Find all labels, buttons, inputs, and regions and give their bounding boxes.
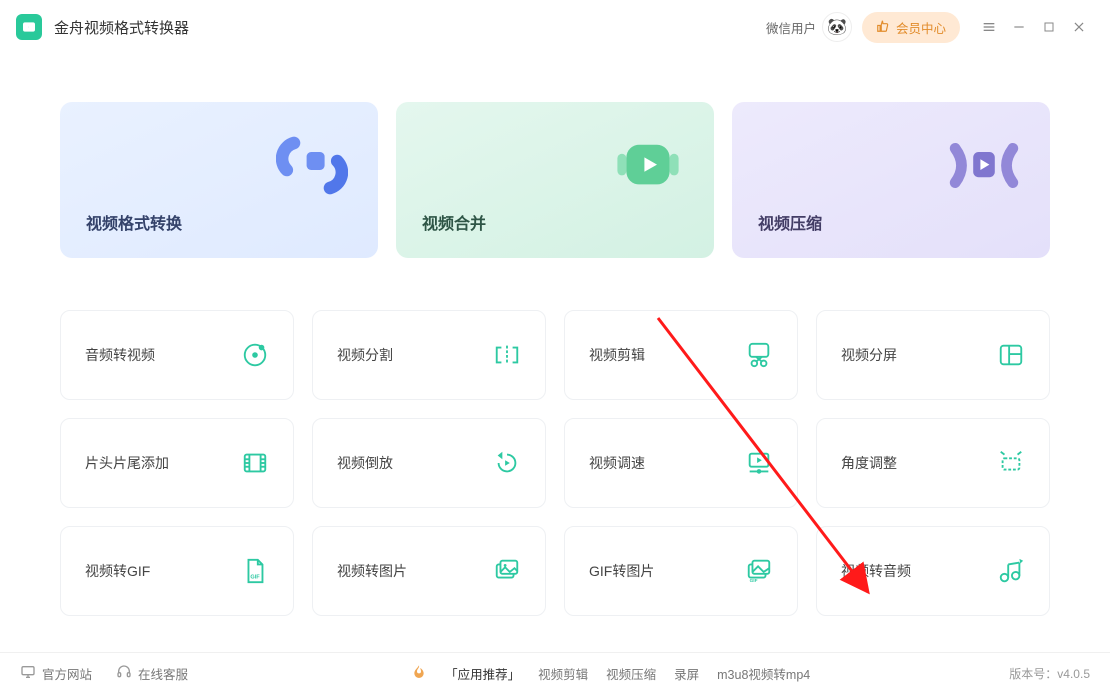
online-support-label: 在线客服 xyxy=(138,664,188,683)
tool-card-gif-to-image[interactable]: GIF转图片 GIF xyxy=(564,526,798,616)
speed-icon xyxy=(745,449,773,477)
official-site-link[interactable]: 官方网站 xyxy=(20,664,92,683)
version-prefix: 版本号： xyxy=(1009,667,1057,681)
feature-row: 视频格式转换 视频合并 视频压缩 xyxy=(60,102,1050,258)
version-info: 版本号：v4.0.5 xyxy=(1009,665,1090,682)
feature-label: 视频格式转换 xyxy=(86,210,182,234)
user-label: 微信用户 xyxy=(766,18,816,37)
tool-card-intro-outro[interactable]: 片头片尾添加 xyxy=(60,418,294,508)
headset-icon xyxy=(116,664,132,683)
scissors-icon xyxy=(745,341,773,369)
tool-label: 视频剪辑 xyxy=(589,345,645,365)
thumbs-up-icon xyxy=(876,19,890,36)
grid-icon xyxy=(997,341,1025,369)
svg-text:GIF: GIF xyxy=(750,578,758,583)
promo-item[interactable]: 视频压缩 xyxy=(606,664,656,683)
tool-label: 视频调速 xyxy=(589,453,645,473)
promo-item[interactable]: 录屏 xyxy=(674,664,699,683)
promo-item[interactable]: 视频剪辑 xyxy=(538,664,588,683)
promo-title: 「应用推荐」 xyxy=(445,664,520,683)
tool-card-video-splitscreen[interactable]: 视频分屏 xyxy=(816,310,1050,400)
compress-icon xyxy=(948,134,1020,196)
tool-label: 音频转视频 xyxy=(85,345,155,365)
tool-card-video-reverse[interactable]: 视频倒放 xyxy=(312,418,546,508)
tool-card-video-to-image[interactable]: 视频转图片 xyxy=(312,526,546,616)
feature-card-video-format-convert[interactable]: 视频格式转换 xyxy=(60,102,378,258)
bottom-promo: 「应用推荐」 视频剪辑 视频压缩 录屏 m3u8视频转mp4 xyxy=(212,664,1009,683)
title-bar: 金舟视频格式转换器 微信用户 🐼 会员中心 xyxy=(0,0,1110,54)
rotate-icon xyxy=(997,449,1025,477)
merge-icon xyxy=(612,134,684,196)
split-icon xyxy=(493,341,521,369)
tool-label: 片头片尾添加 xyxy=(85,453,169,473)
tool-card-video-edit[interactable]: 视频剪辑 xyxy=(564,310,798,400)
feature-label: 视频合并 xyxy=(422,210,486,234)
tool-grid: 音频转视频 视频分割 视频剪辑 视频分屏 片头片尾添加 xyxy=(60,310,1050,616)
tool-card-audio-to-video[interactable]: 音频转视频 xyxy=(60,310,294,400)
tool-label: 视频转图片 xyxy=(337,561,407,581)
app-logo xyxy=(16,14,42,40)
disc-icon xyxy=(241,341,269,369)
feature-card-video-merge[interactable]: 视频合并 xyxy=(396,102,714,258)
user-avatar-icon: 🐼 xyxy=(822,12,852,42)
tool-label: 视频转GIF xyxy=(85,561,150,581)
close-button[interactable] xyxy=(1064,12,1094,42)
filmstrip-icon xyxy=(241,449,269,477)
tool-label: GIF转图片 xyxy=(589,561,654,581)
promo-item[interactable]: m3u8视频转mp4 xyxy=(717,664,810,683)
images-icon xyxy=(493,557,521,585)
window-controls xyxy=(974,12,1094,42)
tool-card-video-to-gif[interactable]: 视频转GIF GIF xyxy=(60,526,294,616)
tool-card-video-speed[interactable]: 视频调速 xyxy=(564,418,798,508)
tool-label: 视频分割 xyxy=(337,345,393,365)
tool-label: 角度调整 xyxy=(841,453,897,473)
tool-label: 视频倒放 xyxy=(337,453,393,473)
tool-card-angle-adjust[interactable]: 角度调整 xyxy=(816,418,1050,508)
rewind-icon xyxy=(493,449,521,477)
tool-card-video-split[interactable]: 视频分割 xyxy=(312,310,546,400)
music-icon xyxy=(997,557,1025,585)
gif-file-icon: GIF xyxy=(241,557,269,585)
online-support-link[interactable]: 在线客服 xyxy=(116,664,188,683)
main-content: 视频格式转换 视频合并 视频压缩 音频转视频 视频分割 xyxy=(0,54,1110,634)
member-button-label: 会员中心 xyxy=(896,18,946,37)
minimize-button[interactable] xyxy=(1004,12,1034,42)
app-title: 金舟视频格式转换器 xyxy=(54,17,189,38)
feature-card-video-compress[interactable]: 视频压缩 xyxy=(732,102,1050,258)
bottom-bar: 官方网站 在线客服 「应用推荐」 视频剪辑 视频压缩 录屏 m3u8视频转mp4… xyxy=(0,652,1110,694)
monitor-icon xyxy=(20,664,36,683)
maximize-button[interactable] xyxy=(1034,12,1064,42)
fire-icon xyxy=(411,664,427,683)
version-value: v4.0.5 xyxy=(1057,667,1090,681)
user-chip[interactable]: 微信用户 🐼 xyxy=(766,12,852,42)
tool-label: 视频分屏 xyxy=(841,345,897,365)
convert-icon xyxy=(276,134,348,196)
tool-label: 视频转音频 xyxy=(841,561,911,581)
menu-button[interactable] xyxy=(974,12,1004,42)
feature-label: 视频压缩 xyxy=(758,210,822,234)
tool-card-video-to-audio[interactable]: 视频转音频 xyxy=(816,526,1050,616)
member-center-button[interactable]: 会员中心 xyxy=(862,12,960,43)
gif-to-image-icon: GIF xyxy=(745,557,773,585)
svg-text:GIF: GIF xyxy=(250,574,260,580)
official-site-label: 官方网站 xyxy=(42,664,92,683)
